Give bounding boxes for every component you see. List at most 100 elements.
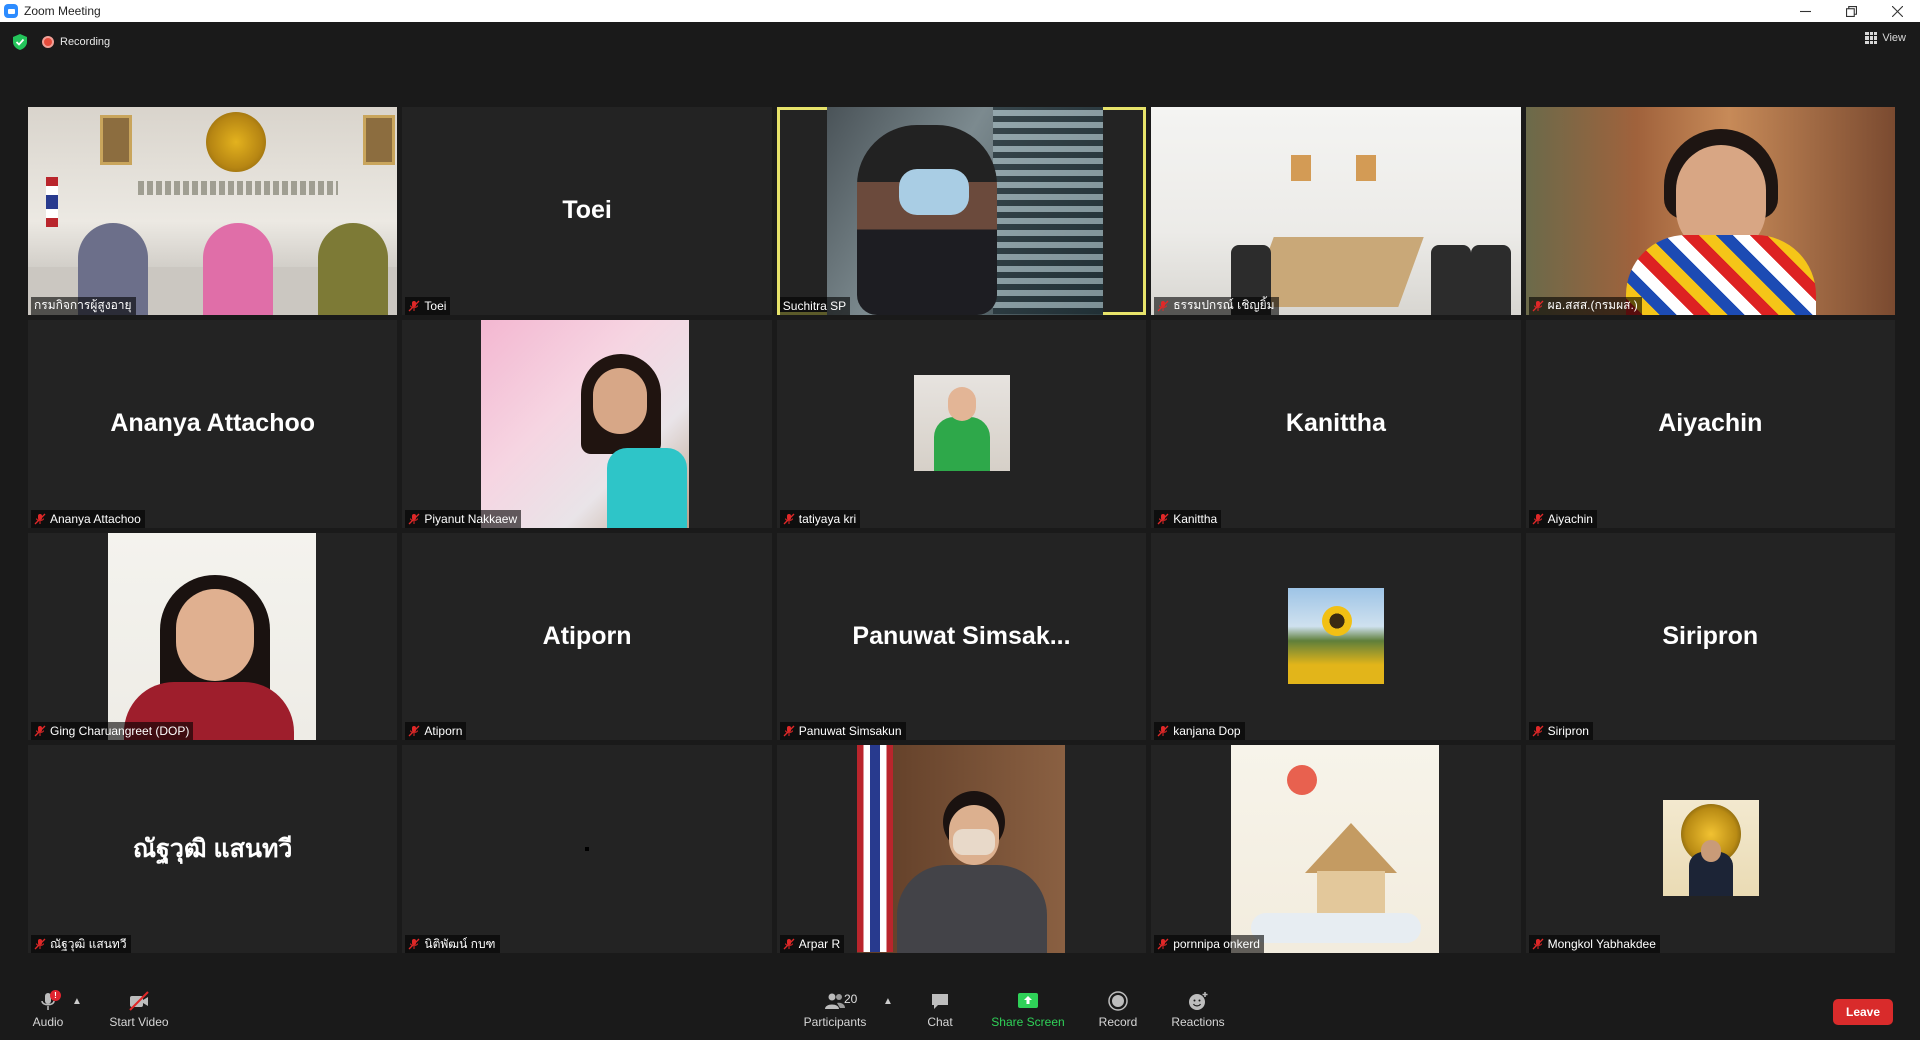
participant-tile[interactable]: Aiyachin Aiyachin (1525, 319, 1895, 528)
participant-name-label: Panuwat Simsakun (779, 722, 906, 741)
participant-tile[interactable]: ผอ.สสส.(กรมผส.) (1525, 107, 1895, 315)
smiley-icon (1189, 992, 1208, 1010)
muted-mic-icon (1157, 938, 1169, 950)
leave-button[interactable]: Leave (1833, 999, 1893, 1025)
muted-mic-icon (1157, 725, 1169, 737)
window-title: Zoom Meeting (24, 4, 101, 18)
participant-tile[interactable]: Mongkol Yabhakdee (1525, 745, 1895, 953)
participant-display-name: ณัฐวุฒิ แสนทวี (132, 835, 293, 864)
participants-count: 20 (844, 992, 858, 1006)
participant-name-label: ณัฐวุฒิ แสนทวี (31, 935, 131, 953)
start-video-button[interactable]: Start Video (104, 990, 174, 1038)
reactions-button[interactable]: Reactions (1168, 990, 1228, 1038)
muted-mic-icon (1157, 300, 1169, 312)
close-icon (1891, 5, 1903, 17)
participant-video (1662, 800, 1759, 897)
muted-mic-icon (408, 725, 420, 737)
share-screen-button[interactable]: Share Screen (990, 990, 1066, 1038)
participant-name-label: ธรรมปกรณ์ เชิญยิ้ม (1154, 296, 1279, 315)
participant-name-label: Suchitra SP (779, 296, 851, 315)
participant-name-label: Aiyachin (1528, 509, 1597, 528)
participant-name-label: Siripron (1528, 722, 1593, 741)
participant-name-label: กรมกิจการผู้สูงอายุ (31, 296, 136, 315)
participant-video (108, 532, 316, 741)
minimize-button[interactable] (1782, 0, 1828, 22)
participant-name-label: pornnipa onkerd (1154, 935, 1264, 953)
participant-tile[interactable]: Arpar R (776, 745, 1147, 953)
muted-mic-icon (783, 513, 795, 524)
participant-video (1525, 107, 1895, 315)
muted-mic-icon (408, 300, 420, 312)
muted-mic-icon (408, 513, 420, 524)
participants-button[interactable]: Participants (800, 990, 870, 1038)
close-button[interactable] (1874, 0, 1920, 22)
minimize-icon (1799, 10, 1811, 12)
restore-icon (1845, 5, 1857, 17)
participant-video (481, 319, 690, 528)
video-off-icon (129, 991, 149, 1011)
participant-tile[interactable]: pornnipa onkerd (1151, 745, 1521, 953)
record-label: Record (1098, 1015, 1138, 1029)
zoom-app-icon (4, 4, 18, 18)
participant-video (826, 107, 1103, 315)
participant-tile[interactable]: Siripron Siripron (1525, 532, 1895, 741)
participant-tile[interactable]: Toei Toei (402, 107, 772, 315)
participant-name-label: Ananya Attachoo (31, 509, 145, 528)
participants-icon (825, 993, 845, 1009)
grid-view-icon (1865, 32, 1878, 44)
audio-button[interactable]: ! Audio (30, 990, 66, 1038)
participant-tile[interactable]: กรมกิจการผู้สูงอายุ (28, 107, 398, 315)
restore-button[interactable] (1828, 0, 1874, 22)
audio-options-chevron-icon[interactable]: ▲ (72, 996, 82, 1007)
participant-tile[interactable]: ธรรมปกรณ์ เชิญยิ้ม (1151, 107, 1521, 315)
participant-name-label: kanjana Dop (1154, 722, 1245, 741)
muted-mic-icon (1532, 513, 1544, 524)
view-button[interactable]: View (1865, 32, 1906, 44)
participant-name-label: Atiporn (405, 722, 467, 741)
participant-tile[interactable]: Ging Charuangreet (DOP) (28, 532, 398, 741)
video-gallery: กรมกิจการผู้สูงอายุ Toei Toei Suchitra S… (28, 107, 1895, 953)
start-video-label: Start Video (109, 1015, 169, 1029)
participant-tile[interactable]: Piyanut Nakkaew (402, 319, 772, 528)
participant-tile[interactable]: ณัฐวุฒิ แสนทวี ณัฐวุฒิ แสนทวี (28, 745, 398, 953)
participant-display-name: Kanittha (1285, 409, 1386, 438)
participant-display-name: Aiyachin (1658, 409, 1763, 438)
recording-dot-icon (42, 36, 54, 48)
muted-mic-icon (34, 513, 46, 524)
participants-options-chevron-icon[interactable]: ▲ (883, 996, 893, 1007)
participant-name-label: Arpar R (779, 935, 845, 953)
record-button[interactable]: Record (1096, 990, 1140, 1038)
participant-video (856, 745, 1065, 953)
participant-name-label: Toei (405, 296, 451, 315)
chat-button[interactable]: Chat (925, 990, 955, 1038)
participant-tile[interactable]: Atiporn Atiporn (402, 532, 772, 741)
recording-indicator[interactable]: Recording (42, 34, 110, 50)
participant-display-name: Siripron (1662, 621, 1759, 650)
participant-tile[interactable]: Kanittha Kanittha (1151, 319, 1521, 528)
meeting-topbar: Recording View (0, 22, 1920, 62)
participant-name-label: นิติพัฒน์ กบฑ (405, 935, 500, 953)
participant-name-label: Mongkol Yabhakdee (1528, 935, 1660, 953)
audio-label: Audio (32, 1015, 64, 1029)
participant-tile-active-speaker[interactable]: Suchitra SP (776, 107, 1147, 315)
reactions-label: Reactions (1171, 1015, 1225, 1029)
participant-name-label: Kanittha (1154, 509, 1222, 528)
participant-video (28, 107, 398, 315)
participant-video (1231, 745, 1440, 953)
participants-label: Participants (803, 1015, 867, 1029)
participant-tile[interactable]: tatiyaya kri (776, 319, 1147, 528)
share-screen-arrow-icon (1018, 993, 1038, 1008)
share-screen-label: Share Screen (991, 1015, 1065, 1029)
encryption-shield-icon[interactable] (12, 33, 28, 51)
muted-mic-icon (783, 725, 795, 737)
chat-bubble-icon (932, 994, 948, 1009)
participant-tile[interactable]: Ananya Attachoo Ananya Attachoo (28, 319, 398, 528)
muted-mic-icon (34, 725, 46, 737)
participant-tile[interactable]: kanjana Dop (1151, 532, 1521, 741)
participant-video (1288, 587, 1385, 684)
video-placeholder-dot (585, 847, 590, 852)
participant-name-label: ผอ.สสส.(กรมผส.) (1528, 296, 1642, 315)
participant-tile[interactable]: Panuwat Simsak... Panuwat Simsakun (776, 532, 1147, 741)
muted-mic-icon (1532, 938, 1544, 950)
participant-tile[interactable]: นิติพัฒน์ กบฑ (402, 745, 772, 953)
